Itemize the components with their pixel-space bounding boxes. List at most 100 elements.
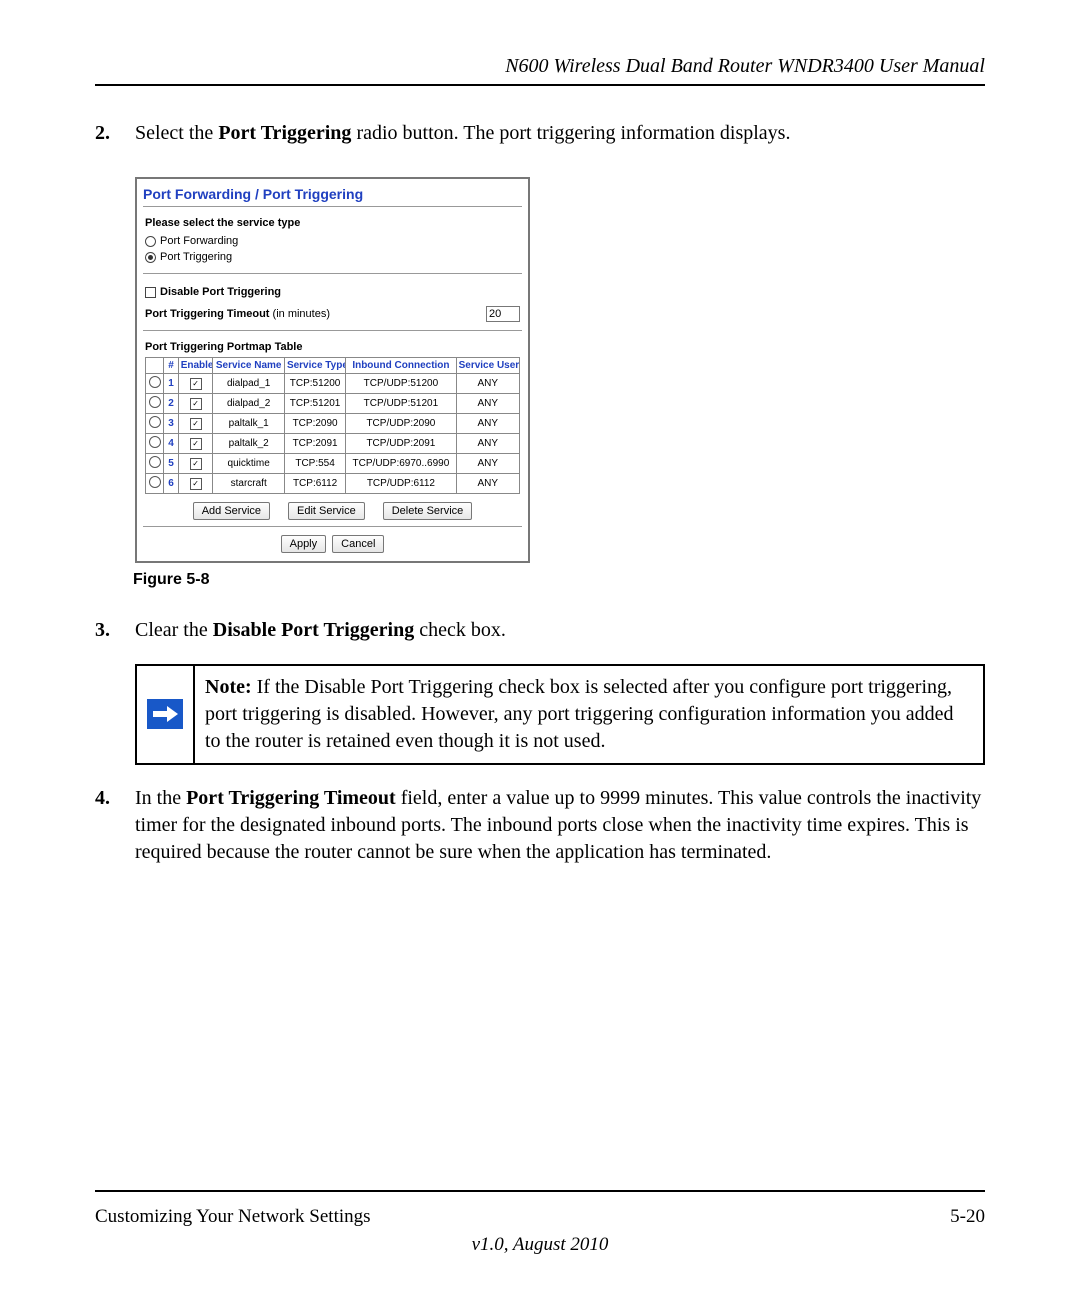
radio-port-forwarding-label: Port Forwarding: [160, 235, 238, 247]
step-4-bold: Port Triggering Timeout: [186, 787, 396, 809]
timeout-label-suffix: (in minutes): [269, 308, 330, 320]
th-service-type: Service Type: [284, 358, 345, 374]
row-index: 1: [164, 374, 178, 394]
row-service-user: ANY: [456, 474, 519, 494]
row-service-name: paltalk_1: [213, 414, 285, 434]
delete-service-button[interactable]: Delete Service: [383, 502, 473, 520]
footer-rule: [95, 1190, 985, 1192]
footer-page-number: 5-20: [950, 1206, 985, 1228]
step-3-suffix: check box.: [414, 619, 506, 641]
step-2: 2. Select the Port Triggering radio butt…: [95, 120, 985, 147]
header-rule: [95, 84, 985, 86]
row-radio-icon[interactable]: [149, 456, 161, 468]
radio-icon: [145, 236, 156, 247]
row-service-user: ANY: [456, 374, 519, 394]
row-service-name: dialpad_1: [213, 374, 285, 394]
table-row[interactable]: 3 ✓ paltalk_1TCP:2090TCP/UDP:2090ANY: [146, 414, 520, 434]
row-service-type: TCP:2090: [284, 414, 345, 434]
service-type-label: Please select the service type: [145, 217, 520, 229]
step-2-prefix: Select the: [135, 122, 218, 144]
step-2-suffix: radio button. The port triggering inform…: [351, 122, 790, 144]
table-row[interactable]: 4 ✓ paltalk_2TCP:2091TCP/UDP:2091ANY: [146, 434, 520, 454]
note-text: If the Disable Port Triggering check box…: [205, 676, 953, 752]
row-index: 2: [164, 394, 178, 414]
footer-version: v1.0, August 2010: [95, 1234, 985, 1256]
radio-port-triggering[interactable]: Port Triggering: [145, 249, 520, 265]
row-service-user: ANY: [456, 414, 519, 434]
radio-checked-icon: [145, 252, 156, 263]
step-2-number: 2.: [95, 120, 135, 147]
row-radio-icon[interactable]: [149, 396, 161, 408]
row-service-name: dialpad_2: [213, 394, 285, 414]
row-radio-icon[interactable]: [149, 436, 161, 448]
page-footer: Customizing Your Network Settings 5-20 v…: [95, 1190, 985, 1256]
step-2-bold: Port Triggering: [218, 122, 351, 144]
row-inbound: TCP/UDP:6970..6990: [346, 454, 456, 474]
table-row[interactable]: 6 ✓ starcraftTCP:6112TCP/UDP:6112ANY: [146, 474, 520, 494]
step-3-bold: Disable Port Triggering: [213, 619, 414, 641]
step-4-number: 4.: [95, 785, 135, 866]
radio-port-triggering-label: Port Triggering: [160, 251, 232, 263]
row-radio-icon[interactable]: [149, 416, 161, 428]
th-service-user: Service User: [456, 358, 519, 374]
figure-caption: Figure 5-8: [133, 571, 985, 589]
page-header-title: N600 Wireless Dual Band Router WNDR3400 …: [95, 55, 985, 84]
row-service-name: starcraft: [213, 474, 285, 494]
row-index: 6: [164, 474, 178, 494]
note-text-cell: Note: If the Disable Port Triggering che…: [194, 665, 984, 764]
th-inbound: Inbound Connection: [346, 358, 456, 374]
row-enable-checkbox[interactable]: ✓: [190, 438, 202, 450]
table-row[interactable]: 2✓dialpad_2TCP:51201TCP/UDP:51201ANY: [146, 394, 520, 414]
edit-service-button[interactable]: Edit Service: [288, 502, 365, 520]
router-config-panel: Port Forwarding / Port Triggering Please…: [135, 177, 530, 563]
th-enable: Enable: [178, 358, 213, 374]
row-inbound: TCP/UDP:2091: [346, 434, 456, 454]
checkbox-icon: [145, 287, 156, 298]
row-inbound: TCP/UDP:51201: [346, 394, 456, 414]
note-icon-cell: [136, 665, 194, 764]
table-row[interactable]: 5✓quicktimeTCP:554TCP/UDP:6970..6990ANY: [146, 454, 520, 474]
timeout-label-bold: Port Triggering Timeout: [145, 308, 269, 320]
note-box: Note: If the Disable Port Triggering che…: [135, 664, 985, 765]
row-service-type: TCP:51200: [284, 374, 345, 394]
table-row[interactable]: 1 ✓ dialpad_1TCP:51200TCP/UDP:51200ANY: [146, 374, 520, 394]
row-index: 5: [164, 454, 178, 474]
row-inbound: TCP/UDP:51200: [346, 374, 456, 394]
radio-port-forwarding[interactable]: Port Forwarding: [145, 233, 520, 249]
cancel-button[interactable]: Cancel: [332, 535, 384, 553]
disable-port-triggering-checkbox[interactable]: Disable Port Triggering: [145, 284, 520, 300]
step-4-prefix: In the: [135, 787, 186, 809]
row-enable-checkbox[interactable]: ✓: [190, 478, 202, 490]
apply-button[interactable]: Apply: [281, 535, 327, 553]
disable-port-triggering-label: Disable Port Triggering: [160, 286, 281, 298]
add-service-button[interactable]: Add Service: [193, 502, 270, 520]
row-service-name: paltalk_2: [213, 434, 285, 454]
timeout-input[interactable]: [486, 306, 520, 322]
step-3-number: 3.: [95, 617, 135, 644]
row-service-type: TCP:6112: [284, 474, 345, 494]
row-inbound: TCP/UDP:6112: [346, 474, 456, 494]
footer-section: Customizing Your Network Settings: [95, 1206, 371, 1228]
row-radio-icon[interactable]: [149, 476, 161, 488]
portmap-table-title: Port Triggering Portmap Table: [145, 341, 520, 353]
row-inbound: TCP/UDP:2090: [346, 414, 456, 434]
row-radio-icon[interactable]: [149, 376, 161, 388]
row-index: 3: [164, 414, 178, 434]
portmap-table: # Enable Service Name Service Type Inbou…: [145, 357, 520, 494]
row-service-name: quicktime: [213, 454, 285, 474]
row-enable-checkbox[interactable]: ✓: [190, 418, 202, 430]
row-enable-checkbox[interactable]: ✓: [190, 378, 202, 390]
row-enable-checkbox[interactable]: ✓: [190, 458, 202, 470]
panel-title: Port Forwarding / Port Triggering: [143, 183, 522, 207]
row-service-user: ANY: [456, 454, 519, 474]
row-service-user: ANY: [456, 394, 519, 414]
th-num: #: [164, 358, 178, 374]
row-service-type: TCP:2091: [284, 434, 345, 454]
row-index: 4: [164, 434, 178, 454]
arrow-right-icon: [147, 699, 183, 729]
step-3: 3. Clear the Disable Port Triggering che…: [95, 617, 985, 644]
note-bold: Note:: [205, 676, 252, 698]
row-service-user: ANY: [456, 434, 519, 454]
step-4: 4. In the Port Triggering Timeout field,…: [95, 785, 985, 866]
row-enable-checkbox[interactable]: ✓: [190, 398, 202, 410]
